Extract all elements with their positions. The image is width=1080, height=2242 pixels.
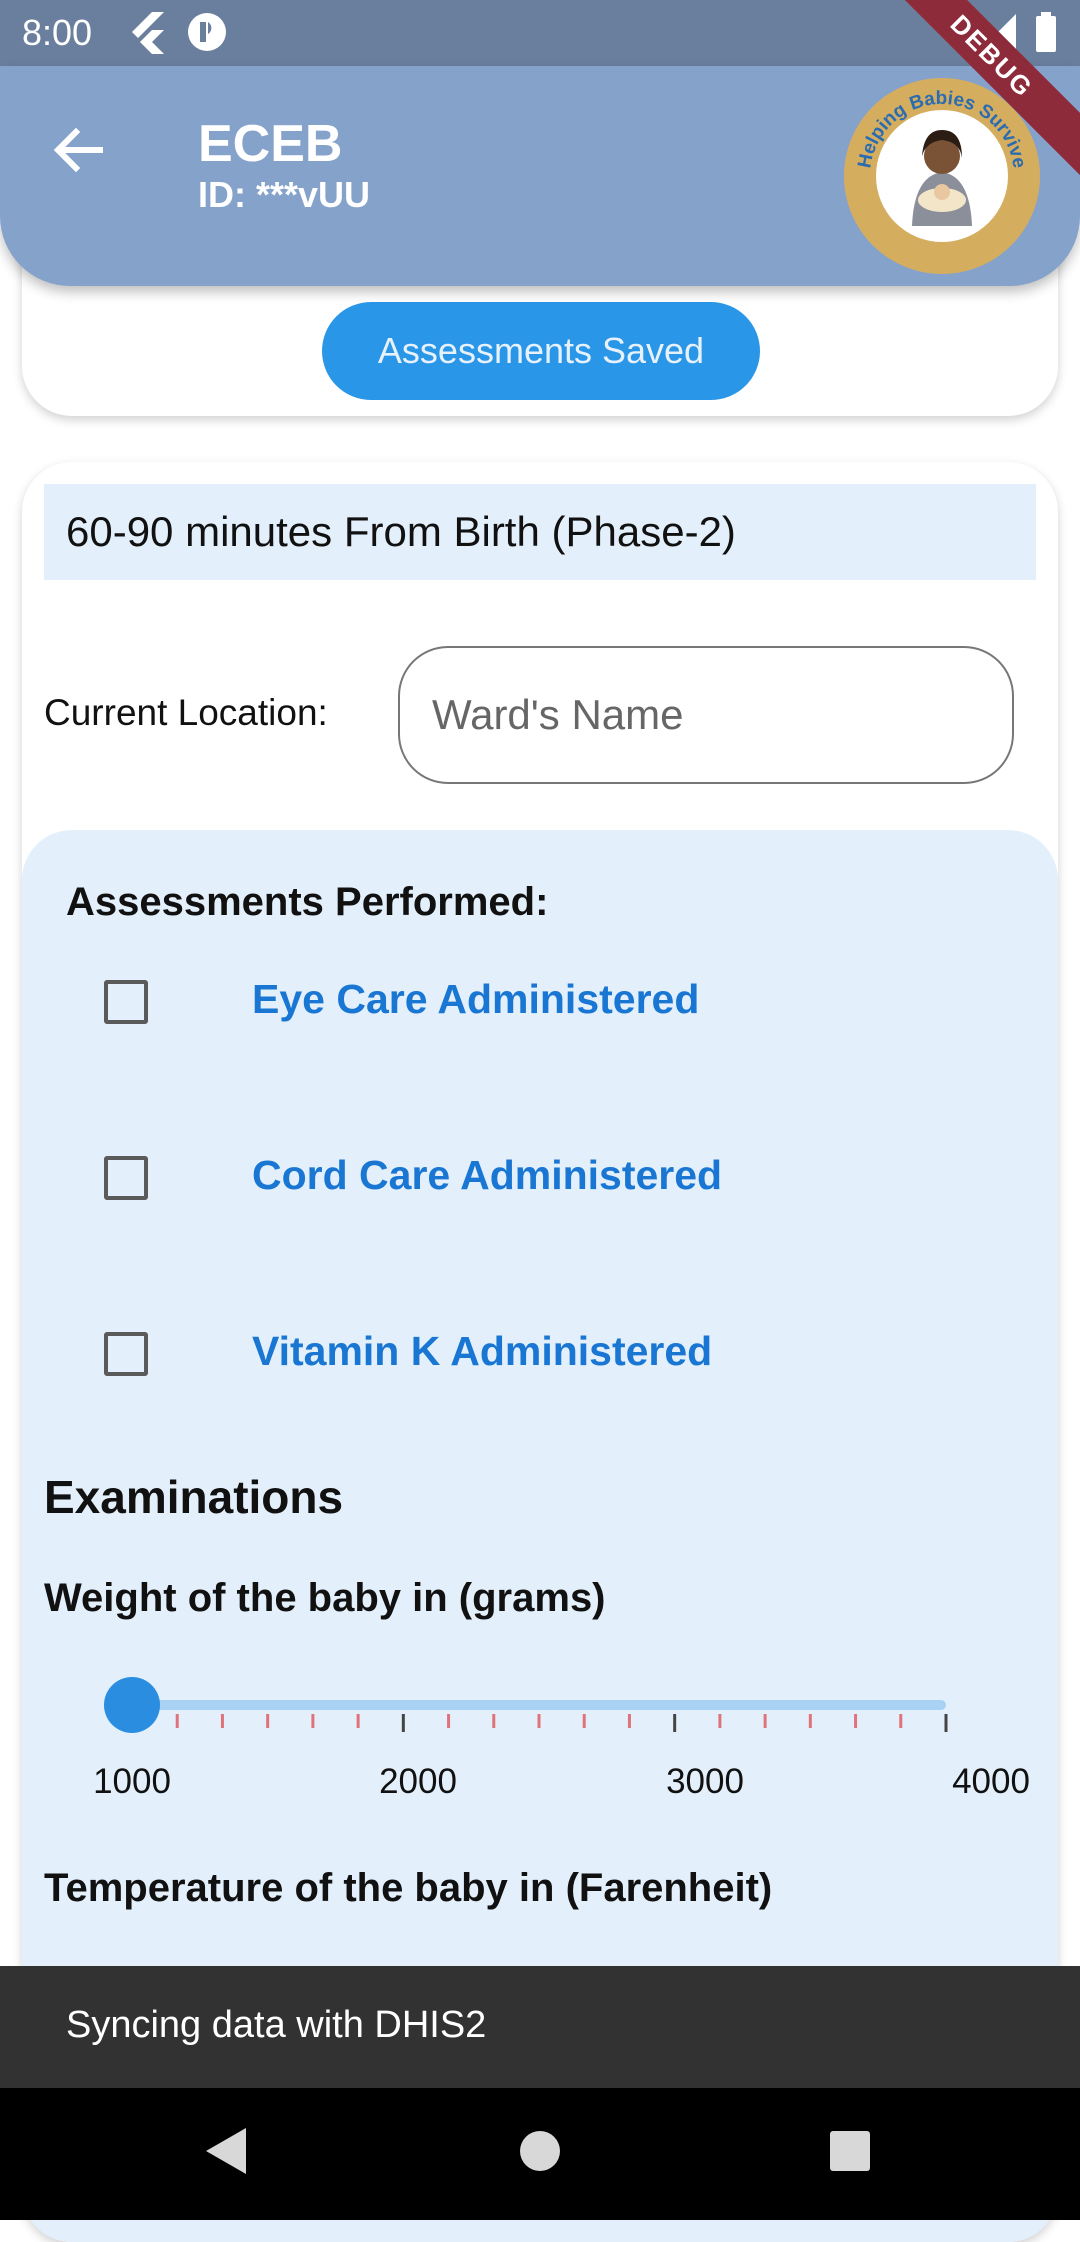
- examinations-title: Examinations: [44, 1471, 344, 1523]
- battery-icon: [1036, 12, 1056, 52]
- app-bar: ECEB ID: ***vUU Helping Babies Survive: [0, 66, 1080, 286]
- cord-care-checkbox[interactable]: [104, 1156, 148, 1200]
- recents-square-icon[interactable]: [828, 2126, 872, 2176]
- home-circle-icon[interactable]: [519, 2126, 561, 2176]
- page-title: ECEB: [198, 115, 343, 173]
- assessments-saved-button[interactable]: Assessments Saved: [322, 302, 760, 400]
- weight-slider[interactable]: [84, 1666, 964, 1746]
- vitamin-k-checkbox[interactable]: [104, 1332, 148, 1376]
- snackbar: Syncing data with DHIS2: [0, 1966, 1080, 2088]
- flutter-icon: [132, 12, 164, 54]
- eye-care-checkbox[interactable]: [104, 980, 148, 1024]
- record-id: ID: ***vUU: [198, 174, 371, 215]
- tick-label-4000: 4000: [952, 1762, 1030, 1801]
- notification-app-icon: [188, 13, 226, 51]
- snackbar-text: Syncing data with DHIS2: [66, 2004, 487, 2046]
- back-triangle-icon[interactable]: [204, 2126, 248, 2176]
- ward-name-input[interactable]: [398, 646, 1014, 784]
- weight-label: Weight of the baby in (grams): [44, 1576, 606, 1620]
- phase-header: 60-90 minutes From Birth (Phase-2): [44, 484, 1036, 580]
- tick-label-3000: 3000: [666, 1762, 744, 1801]
- tick-label-1000: 1000: [93, 1762, 171, 1801]
- vitamin-k-label[interactable]: Vitamin K Administered: [252, 1328, 712, 1375]
- slider-thumb[interactable]: [104, 1677, 160, 1733]
- eye-care-label[interactable]: Eye Care Administered: [252, 976, 699, 1023]
- location-label: Current Location:: [44, 692, 328, 733]
- system-nav-bar: [0, 2088, 1080, 2220]
- status-time: 8:00: [22, 12, 93, 53]
- temperature-label: Temperature of the baby in (Farenheit): [44, 1866, 773, 1910]
- slider-track[interactable]: [132, 1700, 946, 1710]
- cord-care-label[interactable]: Cord Care Administered: [252, 1152, 722, 1199]
- tick-label-2000: 2000: [379, 1762, 457, 1801]
- arrow-back-icon[interactable]: [46, 118, 110, 182]
- assessments-title: Assessments Performed:: [66, 880, 549, 924]
